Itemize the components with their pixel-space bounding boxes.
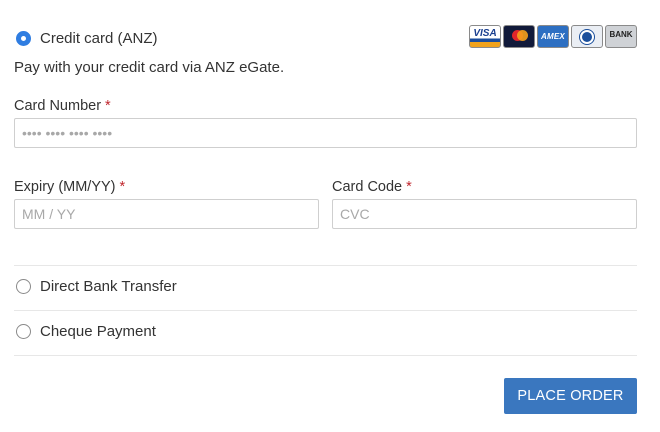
expiry-label: Expiry (MM/YY) * bbox=[14, 179, 126, 195]
expiry-input[interactable] bbox=[14, 199, 319, 229]
required-marker: * bbox=[119, 179, 126, 195]
diners-card-icon bbox=[571, 25, 603, 48]
card-number-label: Card Number * bbox=[14, 98, 111, 114]
direct-bank-transfer-label: Direct Bank Transfer bbox=[40, 278, 177, 295]
cheque-payment-label: Cheque Payment bbox=[40, 323, 156, 340]
divider bbox=[14, 310, 637, 311]
payment-option-cheque-payment[interactable]: Cheque Payment bbox=[16, 323, 156, 340]
required-marker: * bbox=[105, 98, 111, 114]
credit-card-radio[interactable] bbox=[16, 31, 31, 46]
divider bbox=[14, 355, 637, 356]
amex-card-icon: AMEX bbox=[537, 25, 569, 48]
direct-bank-transfer-radio[interactable] bbox=[16, 279, 31, 294]
payment-option-direct-bank-transfer[interactable]: Direct Bank Transfer bbox=[16, 278, 177, 295]
credit-card-label: Credit card (ANZ) bbox=[40, 30, 158, 47]
divider bbox=[14, 265, 637, 266]
cheque-payment-radio[interactable] bbox=[16, 324, 31, 339]
card-code-label: Card Code * bbox=[332, 179, 412, 195]
mastercard-card-icon bbox=[503, 25, 535, 48]
card-number-input[interactable] bbox=[14, 118, 637, 148]
visa-card-icon: VISA bbox=[469, 25, 501, 48]
payment-option-credit-card[interactable]: Credit card (ANZ) bbox=[16, 30, 158, 47]
required-marker: * bbox=[406, 179, 412, 195]
credit-card-description: Pay with your credit card via ANZ eGate. bbox=[14, 59, 285, 76]
place-order-button[interactable]: PLACE ORDER bbox=[504, 378, 637, 414]
card-code-input[interactable] bbox=[332, 199, 637, 229]
card-icons: VISA AMEX BANK bbox=[469, 25, 637, 48]
bank-card-icon: BANK bbox=[605, 25, 637, 48]
